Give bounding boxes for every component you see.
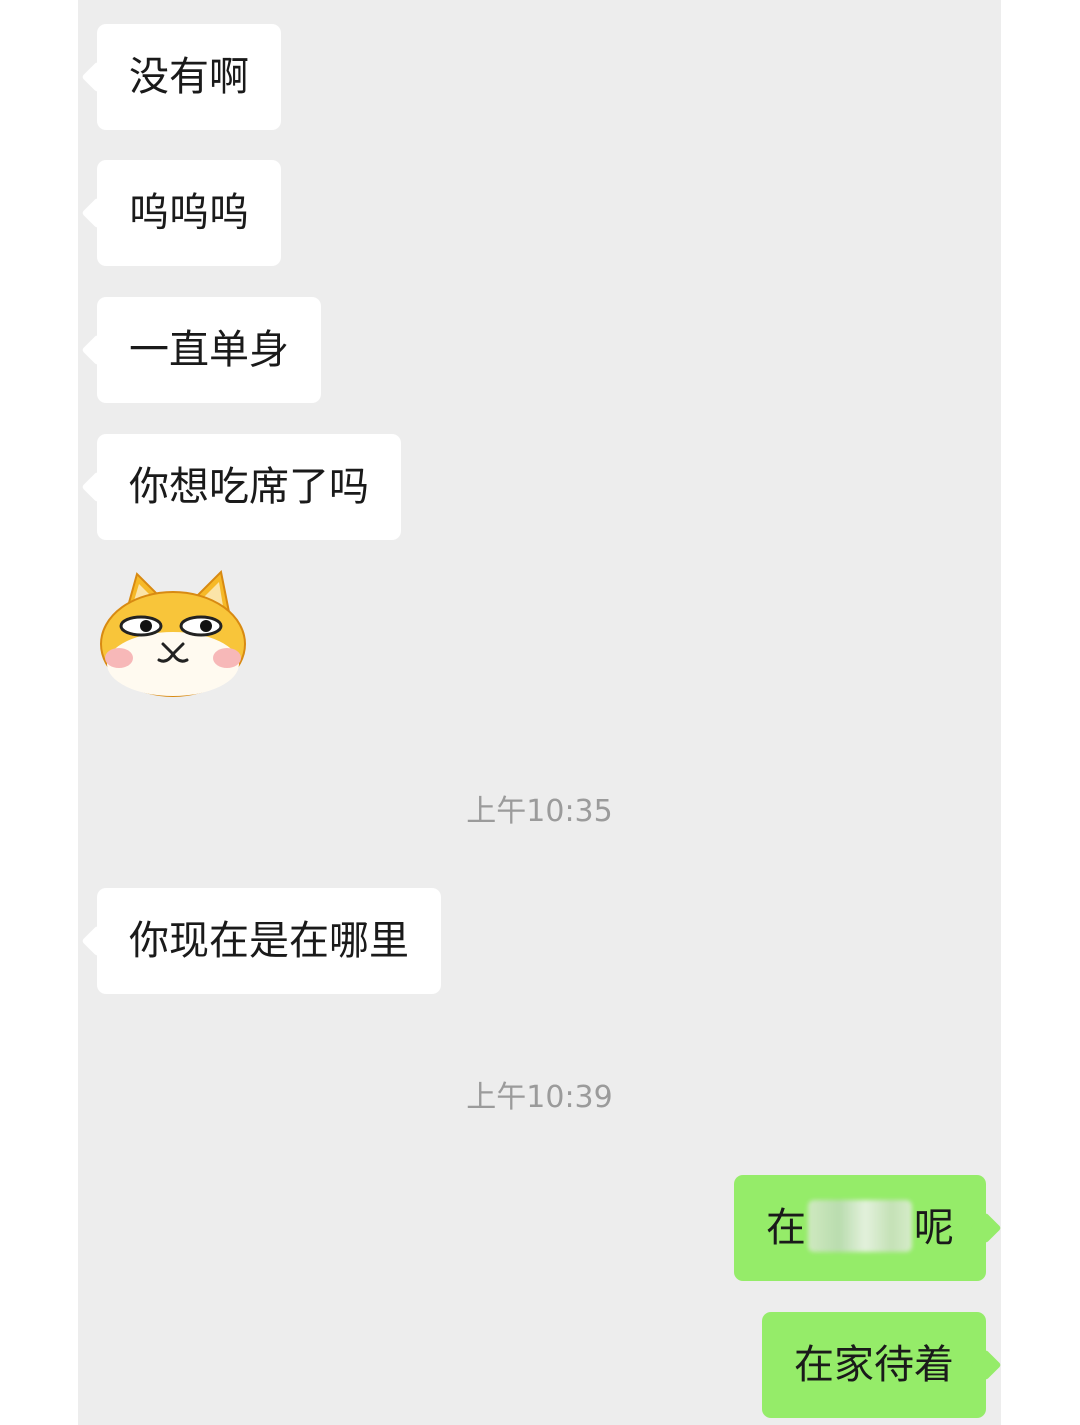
incoming-message-bubble[interactable]: 你现在是在哪里 — [97, 888, 441, 994]
shiba-dog-sticker-icon — [100, 569, 246, 697]
redacted-text-blur — [808, 1200, 912, 1252]
incoming-message-bubble[interactable]: 呜呜呜 — [97, 160, 281, 266]
message-text: 在家待着 — [794, 1342, 954, 1388]
message-text: 没有啊 — [129, 54, 249, 100]
message-text-end: 呢 — [914, 1205, 954, 1251]
message-timestamp: 上午10:35 — [466, 794, 613, 829]
message-timestamp: 上午10:39 — [466, 1080, 613, 1115]
incoming-message-bubble[interactable]: 一直单身 — [97, 297, 321, 403]
outgoing-message-bubble[interactable]: 在呢 — [734, 1175, 986, 1281]
incoming-message-bubble[interactable]: 你想吃席了吗 — [97, 434, 401, 540]
message-text: 一直单身 — [129, 327, 289, 373]
incoming-message-bubble[interactable]: 没有啊 — [97, 24, 281, 130]
outgoing-message-bubble[interactable]: 在家待着 — [762, 1312, 986, 1418]
shiba-dog-side-eye-sticker[interactable] — [97, 569, 249, 700]
message-text: 你现在是在哪里 — [129, 918, 409, 964]
chat-message-area[interactable]: 没有啊 呜呜呜 一直单身 你想吃席了吗 上午10:35 你现在是在哪里 上午10… — [78, 0, 1001, 1425]
message-text: 你想吃席了吗 — [129, 464, 369, 510]
message-text: 呜呜呜 — [129, 190, 249, 236]
message-text-start: 在 — [766, 1205, 806, 1251]
